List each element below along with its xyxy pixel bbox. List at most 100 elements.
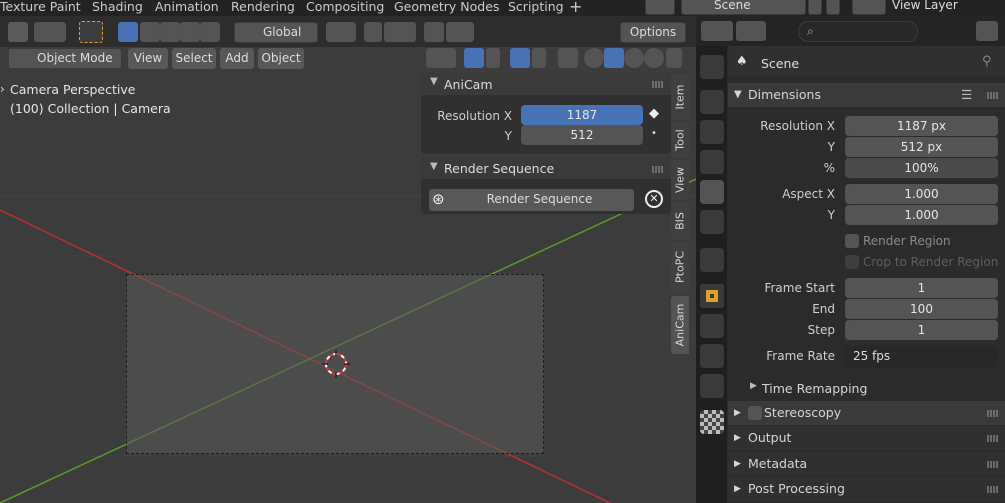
add-workspace-button[interactable]: + [569,0,582,16]
shading-dropdown-icon[interactable] [666,48,682,68]
menu-select[interactable]: Select [172,48,216,69]
physics-tab-icon[interactable] [700,314,724,338]
sidebar-tab-anicam[interactable]: AniCam [671,296,689,354]
sidebar-tab-view[interactable]: View [671,160,689,200]
wireframe-shading-icon[interactable] [584,48,604,68]
dimensions-header[interactable]: ▼ Dimensions ☰ [728,83,1005,107]
anicam-res-y-field[interactable]: 512 [521,125,643,145]
tab-rendering[interactable]: Rendering [231,0,295,16]
tool-tab-icon[interactable] [700,55,724,79]
transform-orientation-dropdown[interactable]: Global [234,22,318,43]
select-subtract-icon[interactable] [160,22,180,42]
anicam-res-x-field[interactable]: 1187 [521,105,643,125]
keyframe-icon[interactable]: ◆ [649,106,659,121]
frame-start-field[interactable]: 1 [845,278,998,298]
view-layer-tab-icon[interactable] [700,150,724,174]
select-box-mode-icon[interactable] [118,22,138,42]
falloff-icon[interactable] [446,22,474,42]
aspect-y-field[interactable]: 1.000 [845,205,998,225]
camera-data-tab-icon[interactable] [700,374,724,398]
drag-handle-icon[interactable] [987,410,999,417]
transform-pivot-icon[interactable] [34,22,66,42]
3d-cursor-icon[interactable] [322,350,350,378]
editor-type-icon[interactable] [8,22,28,42]
select-invert-icon[interactable] [180,22,200,42]
scene-selector[interactable]: Scene [681,0,806,15]
select-intersect-icon[interactable] [200,22,220,42]
display-mode-icon[interactable] [736,21,766,41]
select-extend-icon[interactable] [140,22,160,42]
object-tab-icon[interactable] [700,284,724,308]
visibility-icon[interactable] [426,48,456,68]
menu-object[interactable]: Object [258,48,304,69]
view-layer-selector[interactable]: View Layer [892,0,958,14]
sidebar-tab-item[interactable]: Item [671,74,689,120]
snap-target-icon[interactable] [384,22,416,42]
res-y-field[interactable]: 512 px [845,137,998,157]
constraints-tab-icon[interactable] [700,344,724,368]
menu-view[interactable]: View [128,48,168,69]
world-tab-icon[interactable] [700,210,724,234]
drag-handle-icon[interactable] [987,92,999,99]
view-layer-icon[interactable] [852,0,886,15]
frame-rate-dropdown[interactable]: 25 fps [845,346,998,367]
presets-icon[interactable]: ☰ [961,83,972,107]
gizmo-icon[interactable] [464,48,484,68]
sidebar-tab-bis[interactable]: BIS [671,202,689,240]
tab-texture-paint[interactable]: Texture Paint [0,0,81,16]
drag-handle-icon[interactable] [987,486,999,493]
post-processing-panel[interactable]: ▶ Post Processing [728,477,1005,501]
delete-scene-icon[interactable] [826,0,840,15]
metadata-panel[interactable]: ▶ Metadata [728,452,1005,476]
sidebar-tab-ptopc[interactable]: PtoPC [671,242,689,292]
tab-compositing[interactable]: Compositing [306,0,384,16]
output-tab-icon[interactable] [700,120,724,144]
options-dropdown-icon[interactable] [976,21,998,41]
render-sequence-button[interactable]: Render Sequence [429,189,634,211]
select-tool-icon[interactable] [79,21,103,43]
editor-type-icon[interactable] [701,21,733,41]
stereoscopy-checkbox[interactable] [748,406,762,420]
magnet-icon[interactable] [364,22,382,42]
options-dropdown[interactable]: Options [620,22,686,43]
collapse-arrow-icon[interactable]: › [0,82,5,96]
res-x-field[interactable]: 1187 px [845,116,998,136]
proportional-edit-icon[interactable] [424,22,444,42]
frame-end-field[interactable]: 100 [845,299,998,319]
pin-icon[interactable]: ⚲ [982,54,992,69]
cancel-icon[interactable]: ✕ [645,190,663,208]
scene-icon[interactable] [645,0,675,15]
xray-icon[interactable] [558,48,578,68]
collection-tab-icon[interactable] [700,248,724,272]
render-tab-icon[interactable] [700,90,724,114]
tab-animation[interactable]: Animation [155,0,219,16]
drag-handle-icon[interactable] [652,166,664,173]
frame-step-field[interactable]: 1 [845,320,998,340]
aspect-x-field[interactable]: 1.000 [845,184,998,204]
output-panel[interactable]: ▶ Output [728,426,1005,450]
keyframe-dot-icon[interactable]: • [651,128,657,139]
stereoscopy-panel[interactable]: ▶ Stereoscopy [728,401,1005,425]
snap-icon[interactable] [326,22,356,42]
tab-scripting[interactable]: Scripting [508,0,564,16]
tab-shading[interactable]: Shading [92,0,143,16]
percentage-field[interactable]: 100% [845,158,998,178]
new-scene-icon[interactable] [808,0,822,15]
sidebar-tab-tool[interactable]: Tool [671,122,689,158]
solid-shading-icon[interactable] [604,48,624,68]
texture-tab-icon[interactable] [700,410,724,434]
crop-region-checkbox[interactable] [845,255,859,269]
drag-handle-icon[interactable] [987,461,999,468]
drag-handle-icon[interactable] [652,81,664,88]
rendered-shading-icon[interactable] [644,48,664,68]
render-region-checkbox[interactable] [845,234,859,248]
mode-dropdown[interactable]: Object Mode [8,48,122,69]
drag-handle-icon[interactable] [987,435,999,442]
scene-tab-icon[interactable] [700,180,724,204]
time-remapping-subpanel[interactable]: Time Remapping [762,381,867,396]
material-shading-icon[interactable] [624,48,644,68]
menu-add[interactable]: Add [220,48,254,69]
overlay-icon[interactable] [510,48,530,68]
gizmo-dropdown-icon[interactable] [486,48,500,68]
tab-geometry-nodes[interactable]: Geometry Nodes [394,0,499,16]
